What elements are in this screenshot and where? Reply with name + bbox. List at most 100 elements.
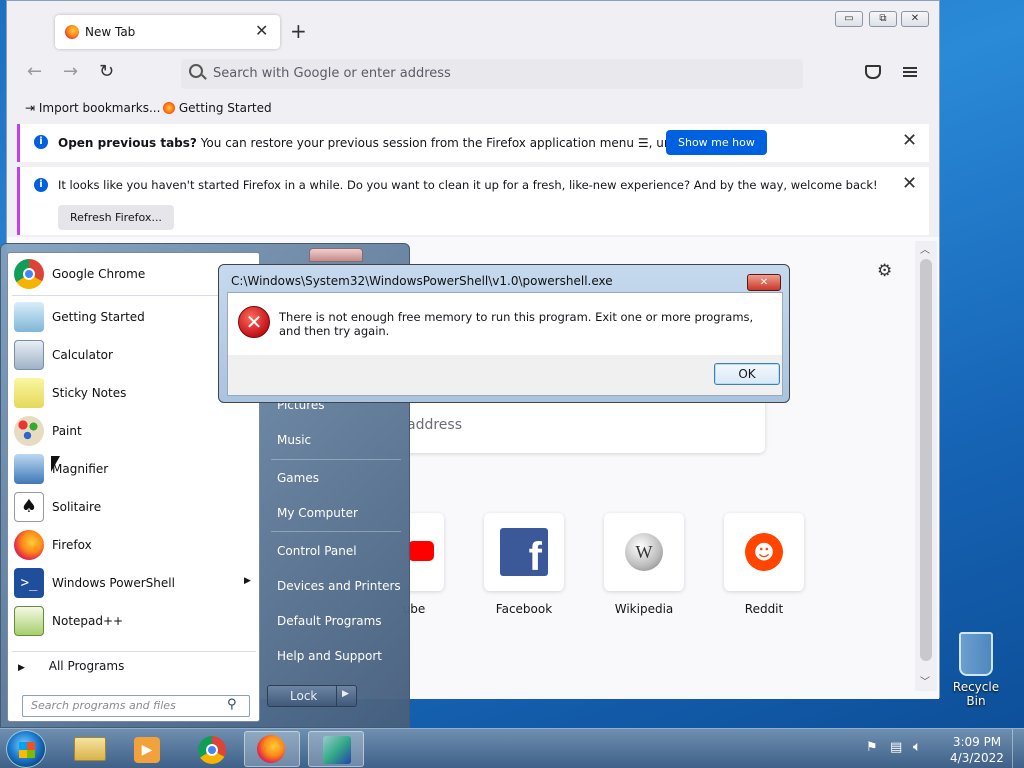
recycle-bin-icon: [959, 632, 993, 676]
program-paint[interactable]: Paint: [12, 414, 252, 450]
program-getting-started[interactable]: Getting Started: [12, 300, 252, 336]
windows-logo-icon: [19, 742, 35, 758]
program-label: Solitaire: [52, 500, 102, 514]
start-item-devices-printers[interactable]: Devices and Printers: [277, 579, 401, 593]
program-windows-powershell[interactable]: >_ Windows PowerShell ▶: [12, 566, 252, 602]
back-arrow-icon[interactable]: ←: [27, 61, 42, 82]
wikipedia-icon: W: [625, 533, 663, 571]
top-site-facebook[interactable]: f: [484, 513, 564, 591]
taskbar-powershell-setup[interactable]: [308, 731, 364, 767]
system-clock[interactable]: 3:09 PM 4/3/2022: [946, 734, 1008, 766]
ok-button[interactable]: OK: [714, 363, 780, 385]
notification-refresh: i It looks like you haven't started Fire…: [17, 167, 929, 235]
top-site-reddit[interactable]: ☻: [724, 513, 804, 591]
search-icon[interactable]: ⚲: [227, 697, 237, 712]
lock-label: Lock: [290, 689, 318, 703]
program-solitaire[interactable]: ♠ Solitaire: [12, 490, 252, 526]
action-center-flag-icon[interactable]: ⚑: [866, 740, 878, 755]
program-notepadpp[interactable]: Notepad++: [12, 604, 252, 640]
forward-arrow-icon[interactable]: →: [63, 61, 78, 82]
chrome-icon: [198, 736, 226, 764]
new-tab-button[interactable]: +: [290, 19, 307, 43]
minimize-button[interactable]: ▭: [835, 11, 863, 27]
tab-close-icon[interactable]: ✕: [255, 21, 268, 40]
dialog-body: ✕ There is not enough free memory to run…: [227, 292, 783, 356]
url-bar[interactable]: Search with Google or enter address: [181, 59, 803, 89]
solitaire-icon: ♠: [14, 492, 44, 522]
start-item-control-panel[interactable]: Control Panel: [277, 544, 357, 558]
youtube-icon: [408, 541, 434, 561]
close-icon[interactable]: ✕: [902, 130, 917, 151]
taskbar-media-player[interactable]: ▶: [120, 731, 176, 767]
firefox-icon: [163, 102, 175, 114]
program-label: Windows PowerShell: [52, 576, 175, 590]
firefox-icon: [257, 735, 285, 763]
notification-previous-tabs: i Open previous tabs? You can restore yo…: [17, 124, 929, 162]
start-item-games[interactable]: Games: [277, 471, 319, 485]
restore-button[interactable]: ⧉: [869, 11, 897, 27]
lock-button[interactable]: Lock ▶: [267, 685, 357, 707]
notification-text: It looks like you haven't started Firefo…: [58, 178, 878, 192]
firefox-icon: [14, 530, 44, 560]
taskbar-firefox[interactable]: [244, 731, 300, 767]
volume-icon[interactable]: 🔈︎: [913, 739, 921, 755]
program-firefox[interactable]: Firefox: [12, 528, 252, 564]
top-site-label: Wikipedia: [614, 602, 674, 616]
bookmark-getting-started[interactable]: Getting Started: [163, 101, 272, 115]
program-magnifier[interactable]: Magnifier: [12, 452, 252, 488]
program-sticky-notes[interactable]: Sticky Notes: [12, 376, 252, 412]
bookmark-label: Import bookmarks...: [38, 101, 161, 115]
chrome-icon: [14, 259, 44, 289]
scrollbar-thumb[interactable]: [920, 259, 932, 661]
close-button[interactable]: ✕: [901, 11, 929, 27]
start-search-input[interactable]: Search programs and files ⚲: [22, 695, 250, 717]
recycle-bin-label: Recycle Bin: [952, 680, 1000, 708]
tab-new-tab[interactable]: New Tab ✕: [55, 15, 280, 49]
network-icon[interactable]: ▤: [890, 740, 902, 755]
recycle-bin[interactable]: Recycle Bin: [944, 632, 1008, 708]
start-button[interactable]: [6, 730, 46, 768]
program-calculator[interactable]: Calculator: [12, 338, 252, 374]
all-programs-button[interactable]: ▶ All Programs: [18, 659, 254, 679]
start-item-help-support[interactable]: Help and Support: [277, 649, 382, 663]
reload-icon[interactable]: ↻: [99, 61, 114, 82]
start-item-music[interactable]: Music: [277, 433, 311, 447]
program-label: Google Chrome: [52, 267, 146, 281]
program-google-chrome[interactable]: Google Chrome: [12, 257, 252, 293]
lock-options-arrow-icon[interactable]: ▶: [342, 689, 349, 699]
search-icon: [189, 64, 203, 78]
scroll-down-icon[interactable]: ﹀: [920, 673, 930, 688]
pocket-icon[interactable]: [865, 65, 881, 79]
divider: [336, 686, 337, 706]
taskbar-explorer[interactable]: [62, 731, 118, 767]
program-label: Calculator: [52, 348, 113, 362]
all-programs-arrow-icon: ▶: [18, 663, 25, 673]
user-picture[interactable]: [309, 248, 363, 262]
search-placeholder: Search programs and files: [31, 699, 176, 712]
scrollbar[interactable]: ︿ ﹀: [915, 241, 937, 691]
facebook-icon: f: [500, 528, 548, 579]
tab-title: New Tab: [85, 25, 136, 39]
taskbar: ▶ ⚑ ▤ 🔈︎ 3:09 PM 4/3/2022: [0, 728, 1024, 768]
close-icon[interactable]: ✕: [902, 173, 917, 194]
bookmark-label: Getting Started: [178, 101, 272, 115]
search-box[interactable]: address: [379, 397, 765, 453]
error-icon: ✕: [238, 306, 270, 338]
dialog-close-button[interactable]: ✕: [747, 274, 781, 291]
taskbar-chrome[interactable]: [184, 731, 240, 767]
start-item-my-computer[interactable]: My Computer: [277, 506, 358, 520]
hamburger-menu-icon[interactable]: [903, 67, 917, 69]
top-site-wikipedia[interactable]: W: [604, 513, 684, 591]
dialog-message: There is not enough free memory to run t…: [279, 310, 754, 338]
search-placeholder-partial: address: [407, 417, 463, 433]
program-label: Paint: [52, 424, 82, 438]
gear-icon[interactable]: ⚙: [877, 261, 892, 281]
bookmark-import[interactable]: ⇥ Import bookmarks...: [25, 101, 160, 115]
show-me-how-button[interactable]: Show me how: [666, 130, 767, 155]
notification-text: Open previous tabs? You can restore your…: [58, 136, 740, 150]
getting-started-icon: [14, 302, 44, 332]
show-desktop-button[interactable]: [1012, 729, 1024, 768]
start-item-default-programs[interactable]: Default Programs: [277, 614, 382, 628]
refresh-firefox-button[interactable]: Refresh Firefox...: [58, 205, 174, 230]
scroll-up-icon[interactable]: ︿: [920, 241, 930, 256]
